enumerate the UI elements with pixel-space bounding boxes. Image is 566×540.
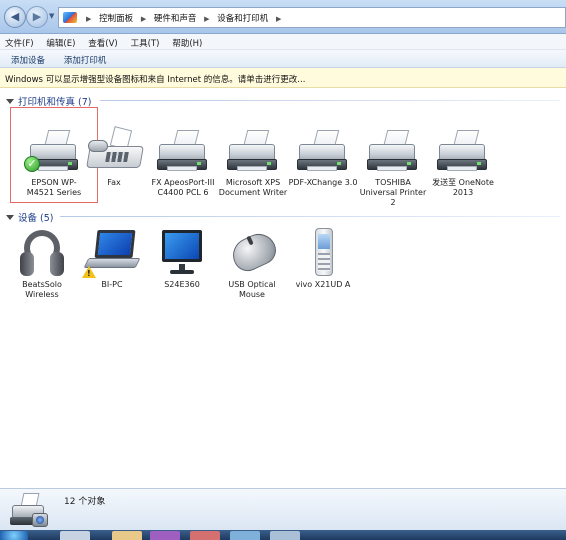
group-divider [100, 100, 560, 101]
taskbar-app-button[interactable] [230, 531, 260, 540]
control-panel-icon [63, 12, 77, 23]
device-item-vivo-phone[interactable]: vivo X21UD A [287, 228, 359, 290]
device-label: FX ApeosPort-III C4400 PCL 6 [151, 178, 215, 197]
device-item-bi-pc[interactable]: ! BI-PC [76, 228, 148, 290]
start-button[interactable] [0, 531, 28, 540]
menu-help[interactable]: 帮助(H) [167, 34, 207, 49]
menu-edit[interactable]: 编辑(E) [41, 34, 80, 49]
laptop-icon: ! [82, 228, 142, 278]
taskbar [0, 530, 566, 540]
breadcrumb[interactable]: ▶ 控制面板 ▶ 硬件和声音 ▶ 设备和打印机 ▶ [58, 7, 566, 28]
breadcrumb-separator-icon[interactable]: ▶ [276, 15, 281, 23]
taskbar-app-button[interactable] [270, 531, 300, 540]
breadcrumb-control-panel[interactable]: 控制面板 [99, 14, 133, 24]
device-list: 打印机和传真 (7) ✓ EPSON WP-M4521 Series Fax F… [0, 88, 566, 488]
command-bar: 添加设备 添加打印机 [0, 50, 566, 68]
device-label: Fax [107, 178, 121, 187]
device-label: BI-PC [101, 280, 123, 289]
printer-icon [363, 126, 423, 176]
device-item-pdf-xchange[interactable]: PDF-XChange 3.0 [287, 126, 359, 188]
device-item-beatssolo[interactable]: BeatsSolo Wireless [6, 228, 78, 300]
printer-icon [153, 126, 213, 176]
forward-button[interactable]: ▶ [26, 6, 48, 28]
group-divider [60, 216, 560, 217]
add-printer-button[interactable]: 添加打印机 [56, 50, 115, 66]
device-label: USB Optical Mouse [228, 280, 276, 299]
devices-group-title: 设备 (5) [18, 213, 54, 224]
default-checkmark-icon: ✓ [24, 156, 40, 172]
device-item-fax[interactable]: Fax [78, 126, 150, 188]
menu-bar: 文件(F) 编辑(E) 查看(V) 工具(T) 帮助(H) [0, 34, 566, 50]
menu-tools[interactable]: 工具(T) [126, 34, 165, 49]
info-bar[interactable]: Windows 可以显示增强型设备图标和来自 Internet 的信息。请单击进… [0, 68, 566, 88]
menu-file[interactable]: 文件(F) [0, 34, 39, 49]
monitor-icon [152, 228, 212, 278]
device-item-usb-mouse[interactable]: USB Optical Mouse [216, 228, 288, 300]
address-bar: ◀ ▶ ▼ ▶ 控制面板 ▶ 硬件和声音 ▶ 设备和打印机 ▶ [0, 0, 566, 34]
taskbar-app-button[interactable] [112, 531, 142, 540]
back-button[interactable]: ◀ [4, 6, 26, 28]
devices-group-header[interactable]: 设备 (5) [6, 210, 560, 224]
add-device-button[interactable]: 添加设备 [3, 50, 53, 66]
device-label: S24E360 [164, 280, 200, 289]
breadcrumb-hardware-sound[interactable]: 硬件和声音 [154, 14, 197, 24]
taskbar-app-button[interactable] [150, 531, 180, 540]
mouse-icon [222, 228, 282, 278]
menu-view[interactable]: 查看(V) [83, 34, 122, 49]
device-label: Microsoft XPS Document Writer [218, 178, 288, 197]
device-item-xps-writer[interactable]: Microsoft XPS Document Writer [217, 126, 289, 198]
details-pane: 12 个对象 [0, 488, 566, 530]
breadcrumb-separator-icon[interactable]: ▶ [141, 15, 146, 23]
printer-icon: ✓ [24, 126, 84, 176]
device-label: PDF-XChange 3.0 [288, 178, 358, 187]
taskbar-app-button[interactable] [60, 531, 90, 540]
recent-pages-chevron-down-icon[interactable]: ▼ [49, 12, 54, 20]
device-label: TOSHIBA Universal Printer 2 [359, 178, 427, 207]
item-count: 12 个对象 [64, 497, 106, 507]
printer-camera-icon [10, 493, 50, 529]
breadcrumb-separator-icon[interactable]: ▶ [86, 15, 91, 23]
device-item-toshiba[interactable]: TOSHIBA Universal Printer 2 [357, 126, 429, 208]
breadcrumb-separator-icon[interactable]: ▶ [204, 15, 209, 23]
collapse-arrow-icon[interactable] [6, 215, 14, 220]
phone-icon [293, 228, 353, 278]
device-label: BeatsSolo Wireless [22, 280, 62, 299]
device-label: 发送至 OneNote 2013 [432, 178, 494, 197]
taskbar-app-button[interactable] [190, 531, 220, 540]
fax-icon [84, 126, 144, 176]
breadcrumb-devices-printers[interactable]: 设备和打印机 [217, 14, 268, 24]
printer-icon [433, 126, 493, 176]
device-item-onenote[interactable]: 发送至 OneNote 2013 [427, 126, 499, 198]
device-item-fx-apeosport[interactable]: FX ApeosPort-III C4400 PCL 6 [147, 126, 219, 198]
collapse-arrow-icon[interactable] [6, 99, 14, 104]
device-label: vivo X21UD A [295, 280, 351, 289]
printer-icon [293, 126, 353, 176]
printer-icon [223, 126, 283, 176]
printers-group-header[interactable]: 打印机和传真 (7) [6, 94, 560, 108]
headphones-icon [12, 228, 72, 278]
device-item-s24e360[interactable]: S24E360 [146, 228, 218, 290]
